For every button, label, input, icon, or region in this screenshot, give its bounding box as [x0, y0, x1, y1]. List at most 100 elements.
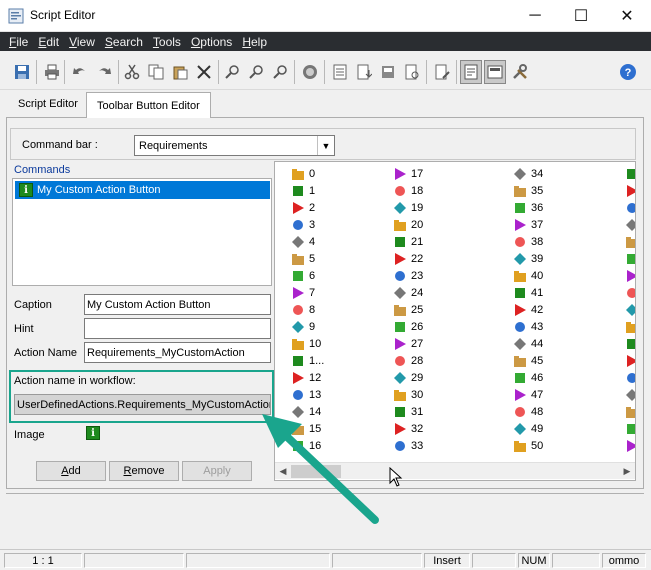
close-button[interactable]: ✕	[604, 0, 650, 32]
icon-grid-item[interactable]: 30	[393, 386, 423, 403]
icon-grid-item[interactable]: 48	[513, 403, 543, 420]
undo-icon[interactable]	[70, 62, 90, 82]
caption-field[interactable]: My Custom Action Button	[84, 294, 271, 315]
icon-grid-item[interactable]: 4	[291, 233, 315, 250]
icon-grid-item[interactable]: 28	[393, 352, 423, 369]
list-item[interactable]: i My Custom Action Button	[15, 181, 270, 199]
icon-grid-item[interactable]: 38	[513, 233, 543, 250]
redo-icon[interactable]	[94, 62, 114, 82]
icon-grid-item[interactable]: 44	[513, 335, 543, 352]
icon-grid-item[interactable]	[625, 267, 635, 284]
icon-grid-item[interactable]	[625, 301, 635, 318]
maximize-button[interactable]: ☐	[558, 0, 604, 32]
icon-grid-item[interactable]: 2	[291, 199, 315, 216]
view-toolbar-icon[interactable]	[484, 60, 506, 84]
icon-grid-item[interactable]: 1	[291, 182, 315, 199]
icon-grid-item[interactable]: 29	[393, 369, 423, 386]
icon-grid-item[interactable]: 36	[513, 199, 543, 216]
hint-field[interactable]	[84, 318, 271, 339]
help-icon[interactable]: ?	[618, 62, 638, 82]
icon-grid-item[interactable]: 33	[393, 437, 423, 454]
apply-button[interactable]: Apply	[182, 461, 252, 481]
menu-tools[interactable]: Tools	[148, 35, 186, 49]
image-preview[interactable]: i	[86, 426, 100, 440]
icon-grid-item[interactable]: 42	[513, 301, 543, 318]
icon-grid-item[interactable]	[625, 318, 635, 335]
find-icon[interactable]	[222, 62, 242, 82]
icon-grid-item[interactable]: 9	[291, 318, 315, 335]
run-icon[interactable]	[300, 62, 320, 82]
find-next-icon[interactable]	[246, 62, 266, 82]
icon-grid-item[interactable]: 18	[393, 182, 423, 199]
icon-grid-item[interactable]: 37	[513, 216, 543, 233]
scroll-right-icon[interactable]: ▶	[619, 464, 635, 479]
print-icon[interactable]	[42, 62, 62, 82]
icon-grid-item[interactable]	[625, 437, 635, 454]
delete-icon[interactable]	[194, 62, 214, 82]
document-icon[interactable]	[330, 62, 350, 82]
action-name-field[interactable]: Requirements_MyCustomAction	[84, 342, 271, 363]
horizontal-scrollbar[interactable]: ◀ ▶	[275, 462, 635, 479]
icon-grid-item[interactable]: 13	[291, 386, 321, 403]
icon-grid-item[interactable]	[625, 233, 635, 250]
icon-grid-item[interactable]: 17	[393, 165, 423, 182]
view-script-icon[interactable]	[460, 60, 482, 84]
menu-file[interactable]: File	[4, 35, 33, 49]
icon-grid-item[interactable]: 5	[291, 250, 315, 267]
scroll-thumb[interactable]	[291, 465, 341, 478]
icon-grid-item[interactable]: 45	[513, 352, 543, 369]
import-icon[interactable]	[354, 62, 374, 82]
icon-grid-item[interactable]	[625, 250, 635, 267]
tab-toolbar-button-editor[interactable]: Toolbar Button Editor	[86, 92, 211, 118]
icon-grid-item[interactable]	[625, 335, 635, 352]
icon-grid-item[interactable]	[625, 165, 635, 182]
icon-grid-item[interactable]	[625, 352, 635, 369]
minimize-button[interactable]: ─	[512, 0, 558, 32]
chevron-down-icon[interactable]: ▼	[317, 136, 334, 155]
command-bar-select[interactable]: Requirements ▼	[134, 135, 335, 156]
add-button[interactable]: Add	[36, 461, 106, 481]
icon-grid-item[interactable]: 16	[291, 437, 321, 454]
tab-script-editor[interactable]: Script Editor	[8, 92, 88, 116]
icon-grid-item[interactable]: 34	[513, 165, 543, 182]
icon-grid-item[interactable]: 20	[393, 216, 423, 233]
icon-grid-item[interactable]: 49	[513, 420, 543, 437]
icon-grid-item[interactable]	[625, 182, 635, 199]
preview-icon[interactable]	[402, 62, 422, 82]
icon-grid-item[interactable]	[625, 386, 635, 403]
icon-grid-item[interactable]: 32	[393, 420, 423, 437]
icon-grid-item[interactable]	[625, 369, 635, 386]
icon-grid-item[interactable]: 40	[513, 267, 543, 284]
menu-edit[interactable]: Edit	[33, 35, 64, 49]
icon-grid-item[interactable]: 22	[393, 250, 423, 267]
scroll-left-icon[interactable]: ◀	[275, 464, 291, 479]
icon-grid-item[interactable]: 19	[393, 199, 423, 216]
icon-grid-item[interactable]: 26	[393, 318, 423, 335]
edit-document-icon[interactable]	[432, 62, 452, 82]
icon-grid-item[interactable]: 8	[291, 301, 315, 318]
export-icon[interactable]	[378, 62, 398, 82]
menu-help[interactable]: Help	[237, 35, 272, 49]
icon-grid-item[interactable]: 27	[393, 335, 423, 352]
icon-grid-item[interactable]	[625, 403, 635, 420]
replace-icon[interactable]	[270, 62, 290, 82]
icon-grid-item[interactable]	[625, 284, 635, 301]
icon-grid-item[interactable]: 46	[513, 369, 543, 386]
icon-grid-item[interactable]: 35	[513, 182, 543, 199]
icon-grid-item[interactable]: 3	[291, 216, 315, 233]
icon-grid-item[interactable]	[625, 216, 635, 233]
icon-grid-item[interactable]: 39	[513, 250, 543, 267]
icon-grid-item[interactable]: 21	[393, 233, 423, 250]
menu-search[interactable]: Search	[100, 35, 148, 49]
icon-grid-item[interactable]: 7	[291, 284, 315, 301]
icon-grid-item[interactable]: 10	[291, 335, 321, 352]
icon-grid-item[interactable]: 31	[393, 403, 423, 420]
paste-icon[interactable]	[170, 62, 190, 82]
icon-grid-item[interactable]	[625, 199, 635, 216]
icon-grid-item[interactable]: 43	[513, 318, 543, 335]
icon-grid-item[interactable]: 0	[291, 165, 315, 182]
icon-grid-item[interactable]: 14	[291, 403, 321, 420]
menu-view[interactable]: View	[64, 35, 100, 49]
icon-grid-item[interactable]: 12	[291, 369, 321, 386]
icon-grid-item[interactable]: 6	[291, 267, 315, 284]
